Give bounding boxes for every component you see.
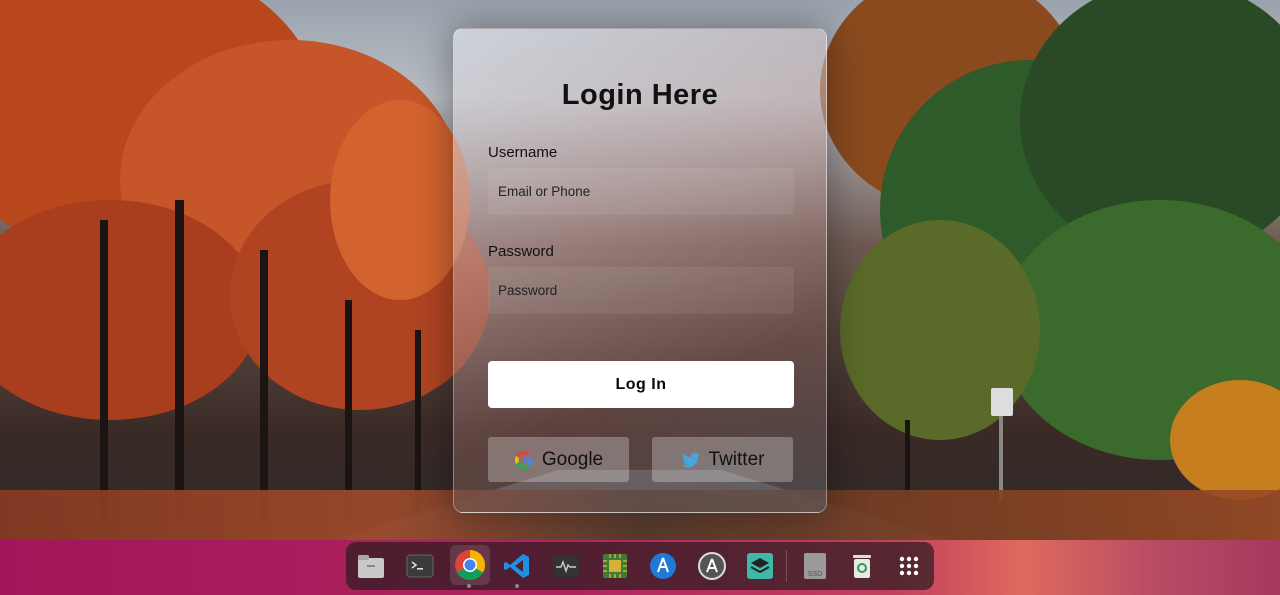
terminal-icon[interactable] bbox=[405, 551, 435, 581]
username-label: Username bbox=[488, 144, 558, 161]
password-input[interactable] bbox=[488, 267, 794, 314]
chrome-icon[interactable] bbox=[450, 545, 490, 585]
trash-icon[interactable] bbox=[847, 551, 877, 581]
google-icon bbox=[514, 450, 533, 469]
twitter-label: Twitter bbox=[708, 448, 765, 470]
twitter-icon bbox=[681, 452, 700, 467]
software-updater-icon[interactable] bbox=[697, 551, 727, 581]
twitter-login-button[interactable]: Twitter bbox=[652, 437, 793, 482]
vscode-icon[interactable] bbox=[502, 551, 532, 581]
google-login-button[interactable]: Google bbox=[488, 437, 629, 482]
google-label: Google bbox=[541, 448, 604, 470]
system-monitor-icon[interactable] bbox=[551, 551, 581, 581]
speed-limit-sign bbox=[991, 388, 1013, 416]
login-button[interactable]: Log In bbox=[488, 361, 794, 408]
app-store-icon[interactable] bbox=[648, 551, 678, 581]
login-card: Login Here Username Password Log In Goog… bbox=[453, 28, 827, 513]
vscode-running-indicator bbox=[515, 584, 519, 588]
ssd-drive-icon[interactable]: SSD bbox=[800, 551, 830, 581]
files-icon[interactable] bbox=[356, 551, 386, 581]
app-grid-icon[interactable] bbox=[894, 551, 924, 581]
ssd-label: SSD bbox=[808, 571, 822, 578]
login-title: Login Here bbox=[561, 79, 719, 111]
password-label: Password bbox=[488, 243, 554, 260]
dock-separator bbox=[786, 550, 787, 582]
layers-icon[interactable] bbox=[745, 551, 775, 581]
dock: SSD bbox=[346, 542, 934, 590]
cpu-icon[interactable] bbox=[600, 551, 630, 581]
chrome-running-indicator bbox=[467, 584, 471, 588]
username-input[interactable] bbox=[488, 168, 794, 215]
